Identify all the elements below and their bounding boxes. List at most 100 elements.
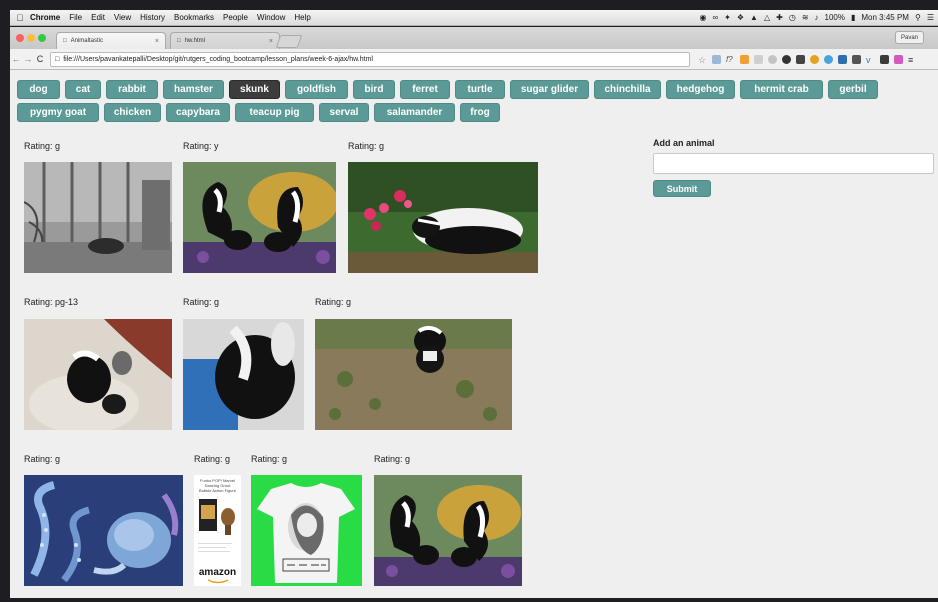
address-bar[interactable]: □ file:///Users/pavankatepalli/Desktop/g… [50,51,690,67]
extension-icon-1[interactable] [712,54,721,64]
menu-file[interactable]: File [69,13,82,22]
submit-button[interactable]: Submit [653,180,711,197]
animal-button-pygmy-goat[interactable]: pygmy goat [17,103,99,122]
skunk-gif[interactable] [348,162,538,273]
reload-icon[interactable]: C [34,54,46,64]
animal-button-bird[interactable]: bird [353,80,395,99]
gif-rating: Rating: g [24,141,61,151]
extension-icon-10[interactable] [852,54,861,64]
plus-icon[interactable]: ✚ [776,13,783,22]
menu-bookmarks[interactable]: Bookmarks [174,13,214,22]
skunk-gif[interactable] [183,162,336,273]
animal-button-turtle[interactable]: turtle [455,80,505,99]
bookmark-star-icon[interactable]: ☆ [698,55,707,65]
menu-window[interactable]: Window [257,13,285,22]
extension-icon-2[interactable] [740,54,749,64]
status-tray: ◉ ∞ ✦ ❖ ▲ △ ✚ ◷ ≋ ♪ 100% ▮ Mon 3:45 PM ⚲… [699,13,938,22]
animal-button-skunk[interactable]: skunk [229,80,280,99]
skunk-gif[interactable] [24,475,183,586]
chat-icon[interactable]: ▲ [750,13,758,22]
back-icon[interactable]: ← [10,54,22,64]
function-icon[interactable]: f? [726,55,735,64]
volume-icon[interactable]: ♪ [815,13,819,22]
infinity-icon[interactable]: ∞ [712,13,718,22]
funko-box-image [199,499,235,535]
extension-icon-4[interactable] [768,54,777,64]
extension-icon-7[interactable] [810,54,819,64]
window-bottom-edge [10,598,938,602]
tab-title: hw.html [184,38,205,44]
skunk-gif[interactable] [24,162,172,273]
extension-icon-5[interactable] [782,54,791,64]
menu-people[interactable]: People [223,13,248,22]
animal-button-rabbit[interactable]: rabbit [106,80,158,99]
menu-history[interactable]: History [140,13,165,22]
animal-button-gerbil[interactable]: gerbil [828,80,878,99]
skunk-gif[interactable] [374,475,522,586]
minimize-window-button[interactable] [27,34,35,42]
animal-button-chinchilla[interactable]: chinchilla [594,80,661,99]
tab-animaltastic[interactable]: □ Animaltastic × [56,32,166,49]
extension-icon-8[interactable] [824,54,833,64]
animal-button-cat[interactable]: cat [65,80,101,99]
skunk-closeup-image [183,319,304,430]
skunk-gif[interactable] [251,475,362,586]
battery-icon[interactable]: ▮ [851,13,855,22]
record-icon[interactable]: ◉ [699,13,706,22]
animal-button-sugar-glider[interactable]: sugar glider [510,80,589,99]
chrome-menu-icon[interactable]: ≡ [908,55,917,65]
tab-title: Animaltastic [70,38,103,44]
animal-button-hermit-crab[interactable]: hermit crab [740,80,823,99]
extension-icon-11[interactable] [880,54,889,64]
zoom-window-button[interactable] [38,34,46,42]
skunk-gif[interactable] [24,319,172,430]
animal-button-frog[interactable]: frog [460,103,500,122]
menu-help[interactable]: Help [294,13,310,22]
animal-button-hedgehog[interactable]: hedgehog [666,80,735,99]
menu-edit[interactable]: Edit [91,13,105,22]
url-text: file:///Users/pavankatepalli/Desktop/git… [63,55,373,63]
apple-icon[interactable]:  [10,13,30,23]
gif-rating: Rating: g [374,454,411,464]
close-window-button[interactable] [16,34,24,42]
extension-icon-9[interactable] [838,54,847,64]
profile-button[interactable]: Pavan [894,31,924,44]
spotlight-icon[interactable]: ⚲ [915,13,921,22]
skunk-gif[interactable] [183,319,304,430]
vimeo-icon[interactable]: v [866,55,875,65]
animal-button-dog[interactable]: dog [17,80,60,99]
skunk-gif[interactable] [315,319,512,430]
wifi-icon[interactable]: ≋ [802,13,809,22]
animal-button-chicken[interactable]: chicken [104,103,161,122]
gif-rating: Rating: pg-13 [24,297,79,307]
page-icon: □ [177,38,181,44]
animal-button-salamander[interactable]: salamander [374,103,455,122]
animal-button-ferret[interactable]: ferret [400,80,450,99]
notification-center-icon[interactable]: ☰ [927,13,934,22]
animal-button-hamster[interactable]: hamster [163,80,224,99]
animal-button-serval[interactable]: serval [319,103,369,122]
battery-percent: 100% [824,13,845,22]
animal-button-capybara[interactable]: capybara [166,103,230,122]
animal-input[interactable] [653,153,934,174]
forward-icon[interactable]: → [22,54,34,64]
extension-icon-6[interactable] [796,54,805,64]
cursor-icon[interactable]: ✦ [724,13,731,22]
animal-button-teacup-pig[interactable]: teacup pig [235,103,314,122]
close-tab-icon[interactable]: × [155,38,159,45]
extension-icon-3[interactable] [754,54,763,64]
cartoon-skunks-image [183,162,336,273]
gif-rating: Rating: y [183,141,219,151]
puzzle-icon[interactable]: ❖ [737,13,744,22]
menu-view[interactable]: View [114,13,131,22]
menu-app-name[interactable]: Chrome [30,13,60,22]
clock[interactable]: Mon 3:45 PM [861,13,909,22]
extension-icon-12[interactable] [894,54,903,64]
close-tab-icon[interactable]: × [269,38,273,45]
animal-button-goldfish[interactable]: goldfish [285,80,348,99]
tab-hw[interactable]: □ hw.html × [170,32,280,49]
drive-icon[interactable]: △ [764,13,770,22]
timemachine-icon[interactable]: ◷ [789,13,796,22]
new-tab-button[interactable] [275,35,303,48]
skunk-gif[interactable]: Funko POP! Marvel Dancing Groot Bobble A… [194,475,241,586]
